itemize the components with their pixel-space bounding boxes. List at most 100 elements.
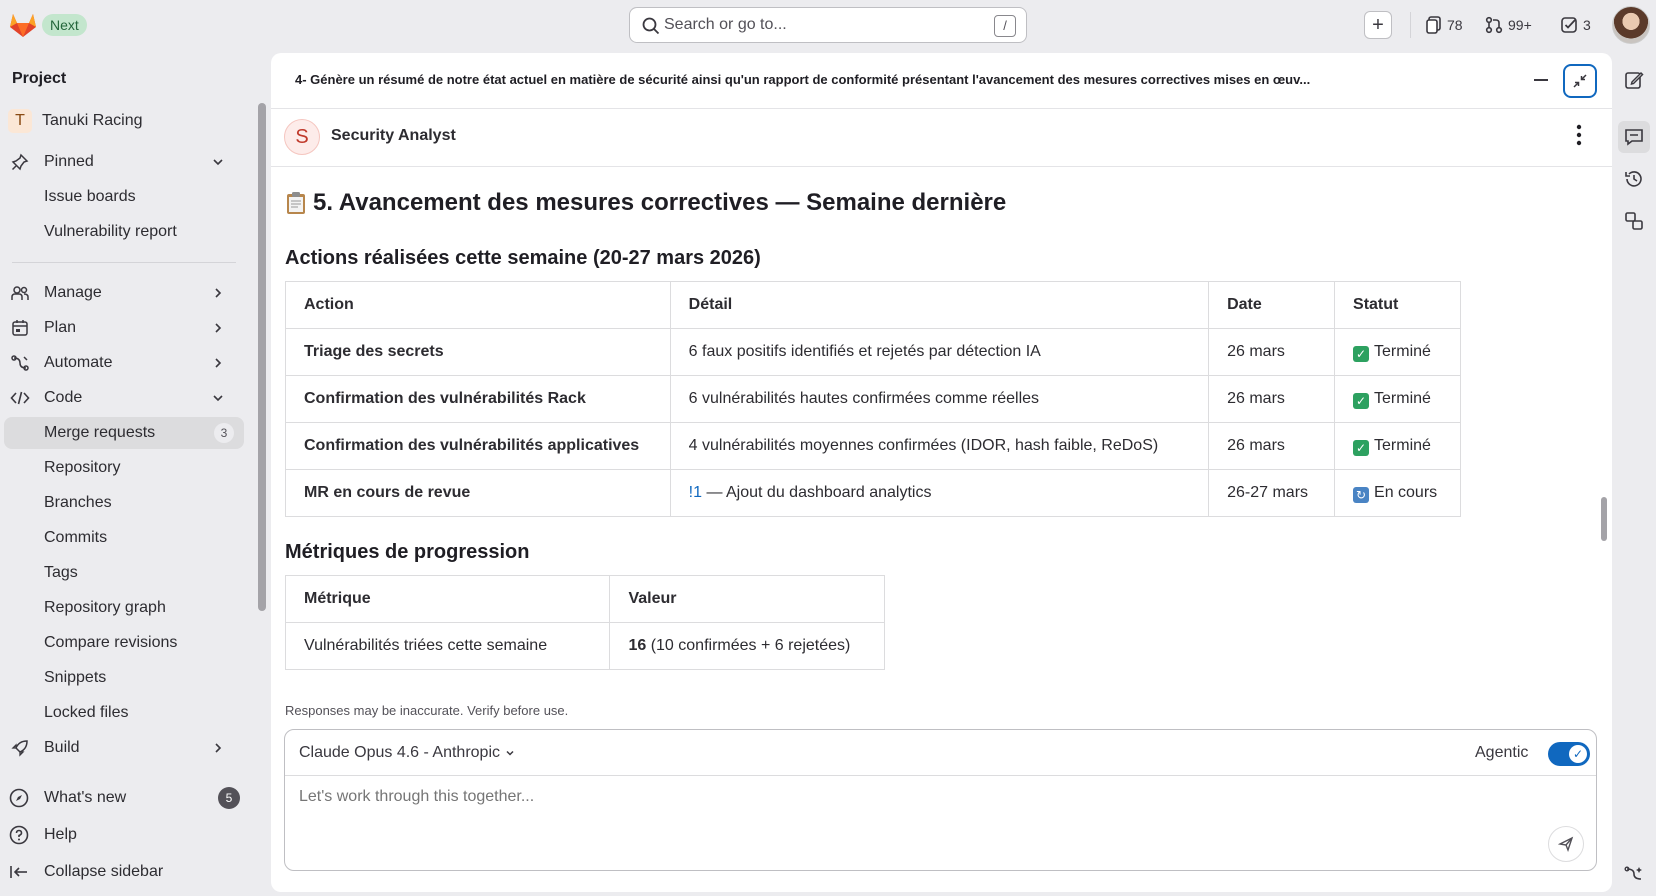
search-bar[interactable]: Search or go to... / [629, 7, 1027, 43]
collapse-sidebar-button[interactable]: Collapse sidebar [8, 856, 256, 888]
build-rocket-icon [11, 740, 28, 757]
sidebar-item-merge-requests[interactable]: Merge requests 3 [4, 417, 244, 449]
sessions-button[interactable] [1618, 205, 1650, 237]
top-bar: Next Search or go to... / + 78 99+ 3 [0, 0, 1656, 50]
status-text: Terminé [1374, 436, 1431, 454]
model-selector[interactable]: Claude Opus 4.6 - Anthropic [299, 744, 516, 762]
status-cell: ✓ Terminé [1334, 328, 1461, 376]
agentic-toggle[interactable]: ✓ [1548, 742, 1590, 766]
search-placeholder: Search or go to... [664, 16, 787, 33]
agent-avatar: S [284, 119, 320, 155]
sidebar: Project T Tanuki Racing Pinned Issue boa… [0, 50, 256, 896]
sidebar-item-branches[interactable]: Branches [4, 487, 244, 519]
model-name: Claude Opus 4.6 - Anthropic [299, 744, 501, 761]
content-scrollbar[interactable] [1601, 497, 1607, 541]
sidebar-item-build[interactable]: Build [4, 732, 244, 764]
collapse-left-icon [10, 866, 27, 878]
sidebar-item-code[interactable]: Code [4, 382, 244, 414]
date-cell: 26 mars [1208, 375, 1336, 423]
help-label: Help [44, 826, 77, 843]
detail-cell: 4 vulnérabilités moyennes confirmées (ID… [669, 422, 1210, 470]
check-mark-icon: ✓ [1353, 392, 1370, 409]
status-cell: ✓ Terminé [1334, 422, 1461, 470]
send-button[interactable] [1548, 826, 1584, 862]
new-chat-button[interactable] [1618, 64, 1650, 96]
value-detail: (10 confirmées + 6 rejetées) [646, 637, 851, 654]
sidebar-item-label: Issue boards [44, 188, 136, 205]
issues-counter[interactable]: 78 [1426, 14, 1463, 36]
whats-new-badge: 5 [218, 787, 240, 809]
action-cell: Confirmation des vulnérabilités Rack [285, 375, 671, 423]
sidebar-item-automate[interactable]: Automate [4, 347, 244, 379]
gitlab-logo[interactable] [8, 10, 38, 38]
chat-options-bar: Claude Opus 4.6 - Anthropic Agentic ✓ [285, 730, 1596, 776]
sidebar-item-snippets[interactable]: Snippets [4, 662, 244, 694]
chevron-down-icon [213, 395, 223, 402]
issues-icon [1426, 16, 1441, 34]
sidebar-item-label: Repository graph [44, 599, 166, 616]
edit-icon [1625, 71, 1644, 89]
message-content: 5. Avancement des mesures correctives — … [285, 167, 1585, 747]
sidebar-item-vulnerability-report[interactable]: Vulnerability report [4, 216, 244, 248]
chat-panel: 4- Génère un résumé de notre état actuel… [271, 53, 1612, 892]
create-new-button[interactable]: + [1364, 11, 1392, 39]
merge-requests-badge: 3 [214, 423, 234, 443]
sidebar-scrollbar[interactable] [258, 103, 266, 611]
detail-cell: 6 faux positifs identifiés et rejetés pa… [669, 328, 1210, 376]
column-header: Valeur [609, 575, 885, 623]
compass-icon [9, 788, 29, 808]
chat-icon [1625, 129, 1643, 146]
table-row: Vulnérabilités triées cette semaine 16 (… [285, 622, 885, 670]
status-cell: ✓ Terminé [1334, 375, 1461, 423]
sidebar-item-issue-boards[interactable]: Issue boards [4, 181, 244, 213]
sidebar-item-tags[interactable]: Tags [4, 557, 244, 589]
sidebar-item-label: Branches [44, 494, 112, 511]
whats-new-link[interactable]: What's new 5 [8, 782, 256, 814]
sidebar-item-label: Plan [44, 319, 77, 336]
sidebar-item-label: Manage [44, 284, 102, 301]
sidebar-item-repository-graph[interactable]: Repository graph [4, 592, 244, 624]
user-avatar[interactable] [1612, 6, 1650, 44]
collapse-panel-button[interactable] [1563, 64, 1597, 98]
metrics-table: Métrique Valeur Vulnérabilités triées ce… [285, 575, 885, 670]
date-cell: 26 mars [1208, 328, 1336, 376]
sidebar-item-label: Tags [44, 564, 78, 581]
merge-request-link[interactable]: !1 [689, 484, 702, 501]
chevron-right-icon [215, 323, 222, 333]
sidebar-item-commits[interactable]: Commits [4, 522, 244, 554]
value-number: 16 [628, 637, 647, 654]
help-link[interactable]: Help [8, 819, 256, 851]
action-cell: Triage des secrets [285, 328, 671, 376]
duo-agent-button[interactable] [1618, 858, 1650, 890]
chat-button[interactable] [1618, 121, 1650, 153]
section-heading-text: 5. Avancement des mesures correctives — … [313, 189, 1007, 216]
sidebar-item-manage[interactable]: Manage [4, 277, 244, 309]
todos-counter[interactable]: 3 [1560, 14, 1591, 36]
sidebar-project-link[interactable]: T Tanuki Racing [4, 105, 244, 137]
sidebar-item-locked-files[interactable]: Locked files [4, 697, 244, 729]
detail-cell: 6 vulnérabilités hautes confirmées comme… [669, 375, 1210, 423]
sidebar-item-compare-revisions[interactable]: Compare revisions [4, 627, 244, 659]
history-button[interactable] [1618, 163, 1650, 195]
sidebar-item-pinned[interactable]: Pinned [4, 146, 244, 178]
sidebar-section-title: Project [12, 70, 67, 87]
sidebar-item-plan[interactable]: Plan [4, 312, 244, 344]
sidebar-item-repository[interactable]: Repository [4, 452, 244, 484]
next-badge[interactable]: Next [42, 14, 87, 36]
sessions-icon [1625, 212, 1643, 230]
chevron-right-icon [215, 288, 222, 298]
chat-message-input[interactable] [299, 788, 1399, 806]
agent-name: Security Analyst [331, 127, 456, 144]
more-options-icon[interactable] [1575, 123, 1583, 147]
merge-requests-counter[interactable]: 99+ [1485, 14, 1532, 36]
column-header: Date [1208, 281, 1336, 329]
minimize-button[interactable] [1534, 79, 1548, 81]
column-header: Détail [669, 281, 1210, 329]
status-text: Terminé [1374, 389, 1431, 407]
table-header-row: Métrique Valeur [285, 575, 885, 623]
status-text: En cours [1374, 483, 1438, 501]
code-icon [10, 391, 30, 405]
send-icon [1558, 836, 1574, 852]
table-row: MR en cours de revue !1 — Ajout du dashb… [285, 469, 1461, 517]
project-name: Tanuki Racing [42, 112, 143, 129]
